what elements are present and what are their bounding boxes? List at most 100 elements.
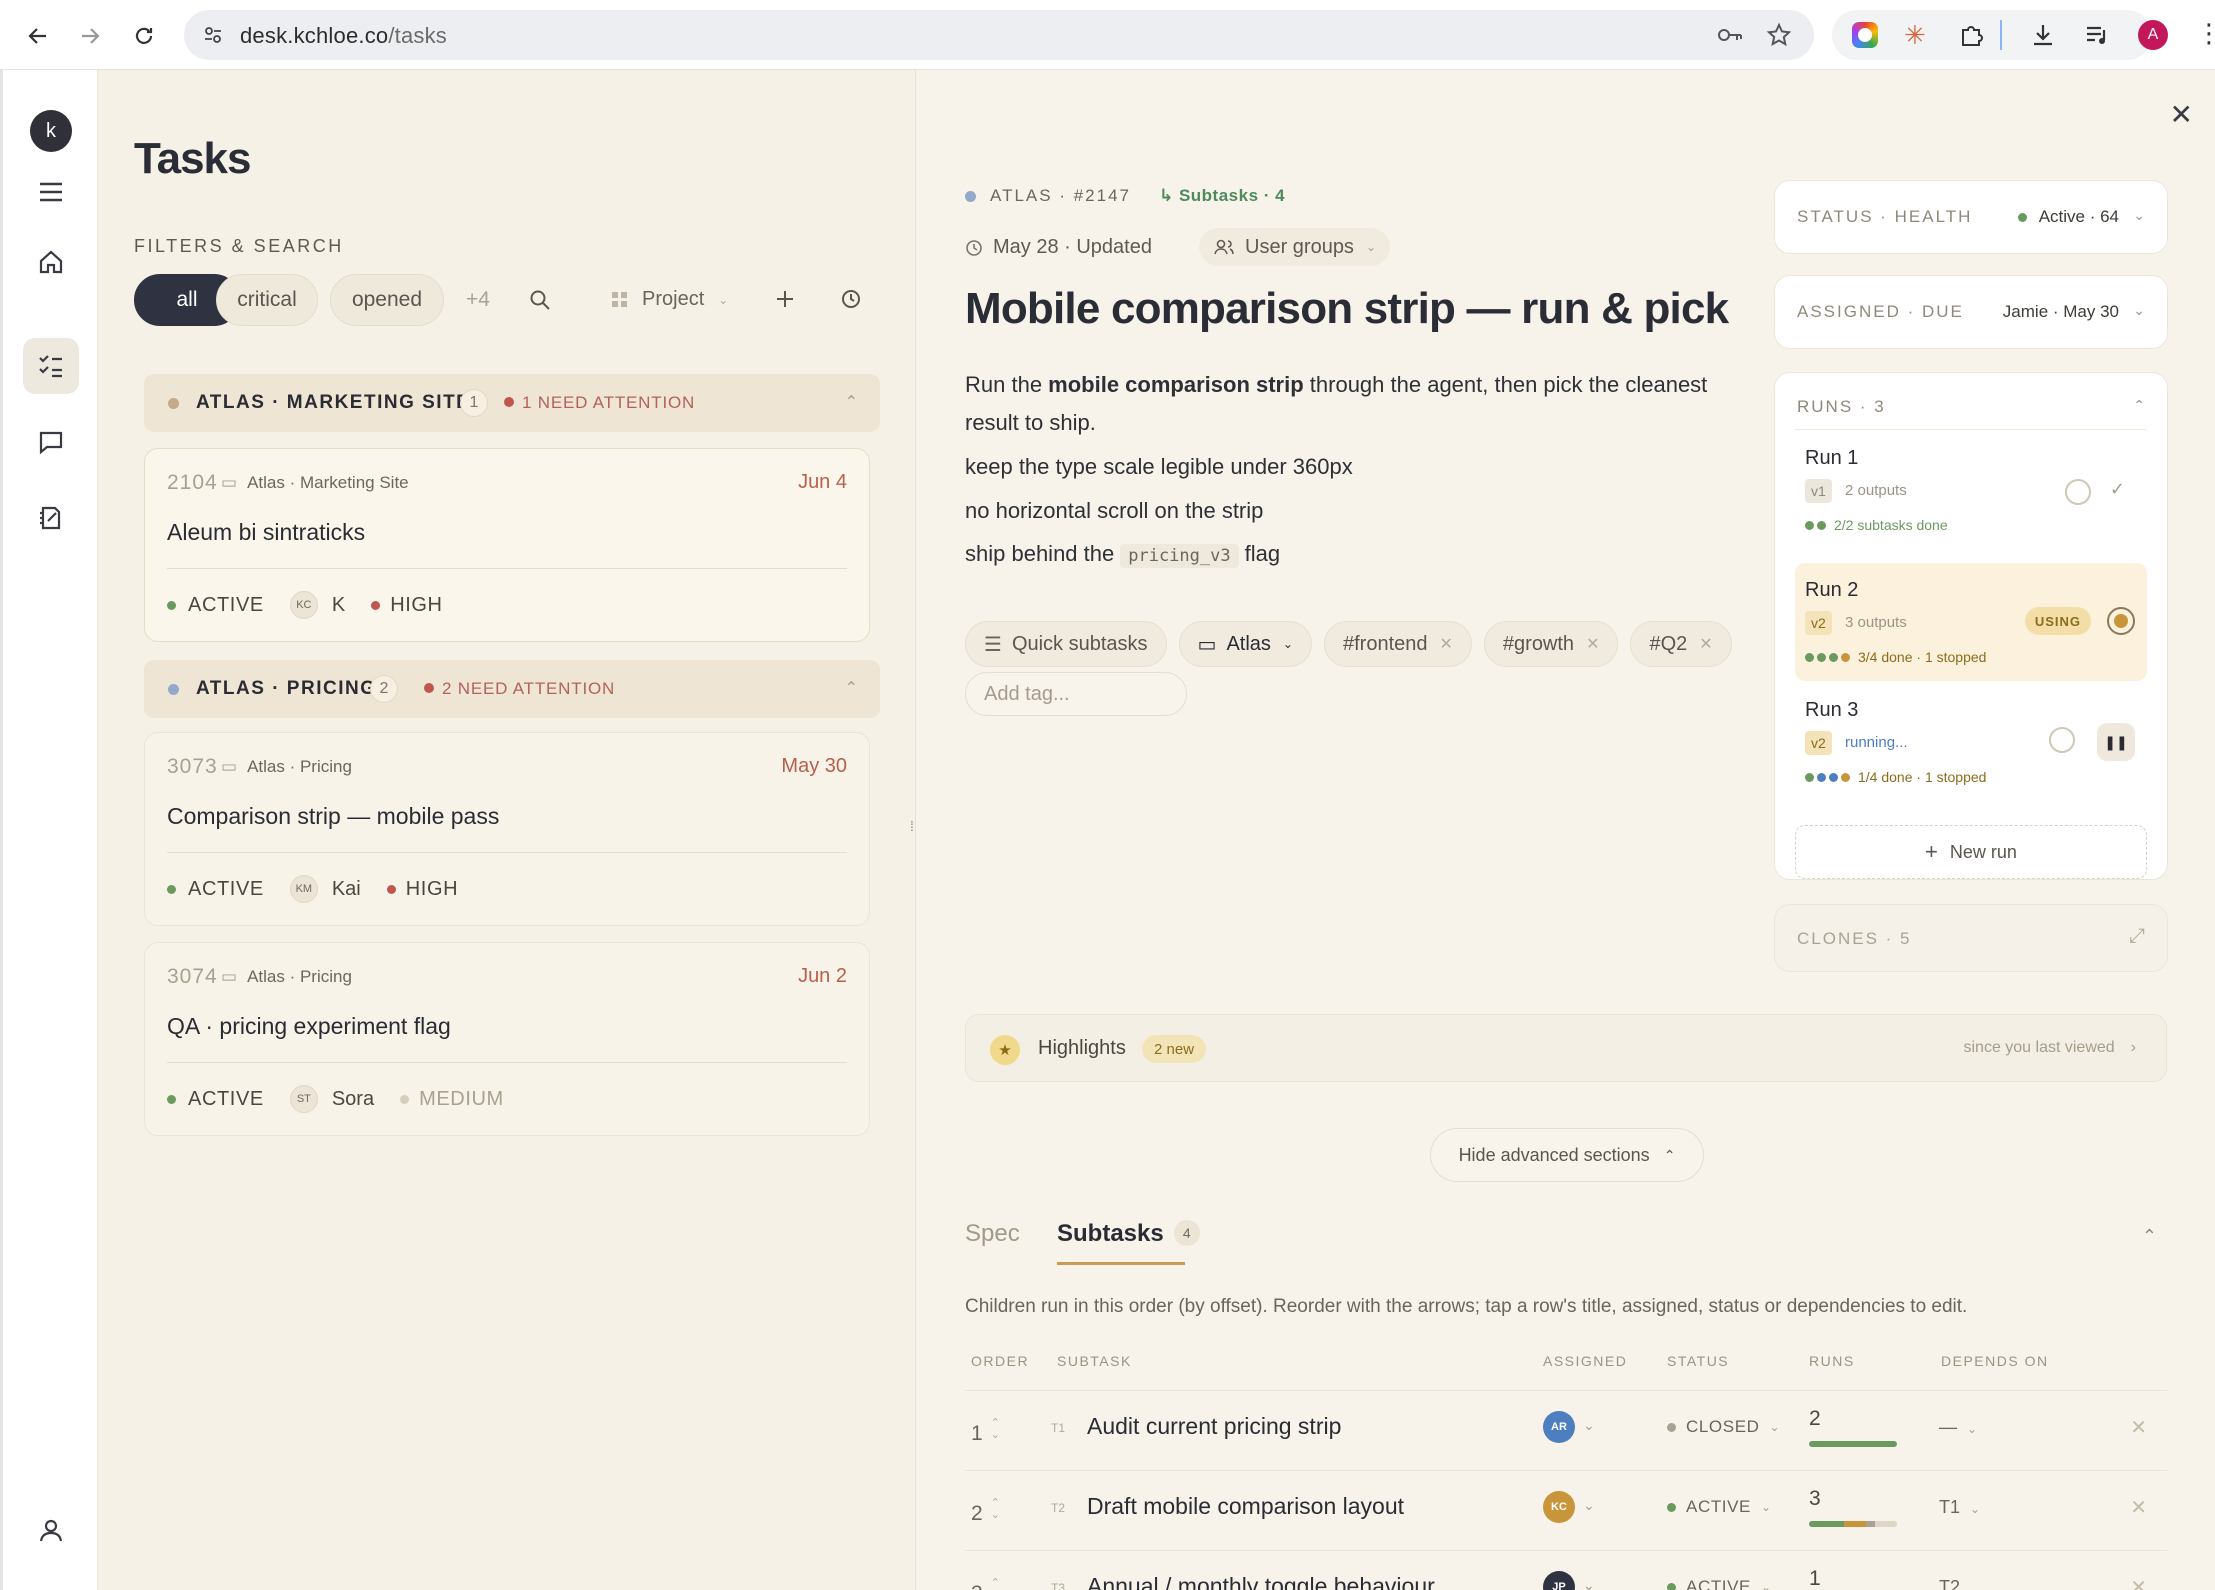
tag-frontend[interactable]: #frontend ✕ [1323,621,1472,667]
tab-subtasks[interactable]: Subtasks 4 [1057,1220,1200,1248]
reload-icon[interactable] [122,14,166,58]
task-card[interactable]: 2104 ▭ Atlas · Marketing Site Jun 4 Aleum… [144,448,870,642]
expand-icon[interactable]: ⤢ [2129,925,2145,948]
assignee-avatar: KM [289,875,318,903]
row-status[interactable]: CLOSED ⌄ [1667,1417,1780,1437]
task-title[interactable]: Mobile comparison strip — run & pick [965,284,1729,334]
table-row[interactable]: 2 ⌃ ⌄ T2 Draft mobile comparison layout KC ⌄ AC… [965,1470,2167,1550]
table-row[interactable]: 3⌃⌄ T3 Annual / monthly toggle behaviour JP… [965,1550,2167,1590]
priority-dot [371,600,381,610]
assignee-avatar[interactable]: AR [1543,1411,1575,1443]
task-list-panel: Tasks FILTERS & SEARCH all critical open… [98,70,916,1590]
collapse-chevron-icon[interactable]: ⌃ [2142,1226,2157,1247]
group-header-pricing[interactable]: ATLAS · PRICING 2 2 NEED ATTENTION ⌃ [144,660,880,718]
task-meta: ACTIVE KM Kai HIGH [167,875,458,903]
tag-growth[interactable]: #growth ✕ [1483,621,1619,667]
project-select[interactable]: ▭ Atlas ⌄ [1178,621,1312,667]
assignee-avatar[interactable]: KC [1543,1491,1575,1523]
task-card[interactable]: 3074 ▭ Atlas · Pricing Jun 2 QA · pricing… [144,942,870,1136]
column-runs: RUNS [1809,1353,1855,1369]
clones-card[interactable]: CLONES · 5 ⤢ [1774,904,2168,972]
notes-icon[interactable] [23,490,79,546]
pause-icon[interactable]: ❚❚ [2097,723,2135,761]
remove-row-icon[interactable]: ✕ [2130,1415,2147,1440]
priority-dot [386,884,396,894]
folder-icon: ▭ [1197,633,1217,656]
color-extension-icon[interactable] [1852,22,1878,48]
row-title[interactable]: Annual / monthly toggle behaviour [1087,1573,1435,1590]
tasks-icon[interactable] [23,338,79,394]
tag-q2[interactable]: #Q2 ✕ [1630,621,1732,667]
status-health-card[interactable]: STATUS · HEALTH Active · 64 ⌄ [1774,180,2168,254]
run-item-1[interactable]: Run 1 v1 2 outputs 2/2 subtasks done ✓ [1795,447,2147,555]
reorder-arrows-icon[interactable]: ⌃⌄ [991,1577,1000,1590]
assigned-due-card[interactable]: ASSIGNED · DUE Jamie · May 30 ⌄ [1774,275,2168,349]
chevron-up-icon[interactable]: ⌃ [845,392,858,412]
search-icon[interactable] [528,288,552,312]
task-card[interactable]: 3073 ▭ Atlas · Pricing May 30 Comparison … [144,732,870,926]
quick-subtasks-button[interactable]: ☰ Quick subtasks [965,621,1167,667]
password-key-icon[interactable] [1716,24,1744,46]
messages-icon[interactable] [23,414,79,470]
chevron-up-icon[interactable]: ⌃ [845,678,858,698]
remove-tag-icon: ✕ [1699,636,1713,653]
select-run-radio[interactable] [2049,727,2075,753]
reorder-arrows-icon[interactable]: ⌃⌄ [991,1497,1000,1521]
remove-row-icon[interactable]: ✕ [2130,1495,2147,1520]
row-title[interactable]: Audit current pricing strip [1087,1413,1341,1440]
home-icon[interactable] [23,234,79,290]
back-icon[interactable] [16,14,60,58]
row-depends-on[interactable]: T1 ⌄ [1939,1497,1980,1518]
add-task-icon[interactable] [774,288,796,310]
version-badge: v2 [1805,731,1832,755]
chevron-up-icon[interactable]: ⌃ [2133,397,2145,414]
selected-run-radio[interactable] [2107,607,2135,635]
hamburger-menu-icon[interactable] [23,164,79,220]
row-depends-on[interactable]: — ⌄ [1939,1417,1977,1438]
download-icon[interactable] [2030,22,2056,48]
user-profile-icon[interactable] [23,1502,79,1558]
history-clock-icon[interactable] [840,288,862,310]
browser-menu-icon[interactable]: ⋮ [2196,18,2215,48]
row-title[interactable]: Draft mobile comparison layout [1087,1493,1404,1520]
reorder-arrows-icon[interactable]: ⌃⌄ [991,1417,1000,1441]
add-tag-input[interactable]: Add tag... [965,672,1187,716]
address-bar[interactable]: desk.kchloe.co/tasks [184,10,1814,60]
site-info-icon[interactable] [202,24,224,46]
new-run-button[interactable]: + New run [1795,825,2147,879]
row-depends-on[interactable]: T2 ⌄ [1939,1577,1980,1590]
run-item-2[interactable]: Run 2 v2 3 outputs 3/4 done · 1 stopped … [1795,563,2147,681]
row-status[interactable]: ACTIVE ⌄ [1667,1577,1772,1590]
run-item-3[interactable]: Run 3 v2 running... 1/4 done · 1 stopped… [1795,689,2147,799]
media-queue-icon[interactable] [2084,22,2110,48]
user-groups-select[interactable]: User groups ⌄ [1199,228,1390,266]
task-project: ▭ Atlas · Marketing Site [221,473,409,492]
page-title: Tasks [134,134,251,183]
remove-row-icon[interactable]: ✕ [2130,1575,2147,1590]
progress-segment [1809,1441,1897,1447]
tag-row: ☰ Quick subtasks ▭ Atlas ⌄ #frontend ✕ #grow… [965,620,1744,668]
project-grouping-select[interactable]: Project ⌄ [610,288,728,311]
run-progress: 3/4 done · 1 stopped [1805,649,1986,665]
filter-chip-opened[interactable]: opened [330,274,444,326]
spark-extension-icon[interactable]: ✳ [1904,20,1926,51]
puzzle-extension-icon[interactable] [1958,22,1984,48]
more-filters[interactable]: +4 [466,288,490,312]
group-header-marketing-site[interactable]: ATLAS · MARKETING SITE 1 1 NEED ATTENTIO… [144,374,880,432]
select-run-radio[interactable] [2065,479,2091,505]
forward-icon[interactable] [68,14,112,58]
workspace-avatar[interactable]: k [30,110,72,152]
close-icon[interactable]: ✕ [2170,98,2193,131]
subtasks-link[interactable]: ↳ Subtasks · 4 [1159,186,1285,206]
tab-spec[interactable]: Spec [965,1220,1020,1248]
filter-chip-critical[interactable]: critical [216,274,318,326]
profile-avatar[interactable]: A [2138,20,2168,50]
table-row[interactable]: 1 ⌃ ⌄ T1 Audit current pricing strip AR ⌄ CLOSE… [965,1390,2167,1470]
highlights-bar[interactable]: ★ Highlights 2 new since you last viewed… [965,1014,2167,1082]
hide-advanced-button[interactable]: Hide advanced sections ⌃ [1430,1128,1704,1182]
bookmark-star-icon[interactable] [1766,22,1792,48]
task-description[interactable]: Run the mobile comparison strip through … [965,366,1765,442]
row-status[interactable]: ACTIVE ⌄ [1667,1497,1772,1517]
runs-progress-bar [1809,1441,1897,1447]
assignee-avatar[interactable]: JP [1543,1571,1575,1590]
